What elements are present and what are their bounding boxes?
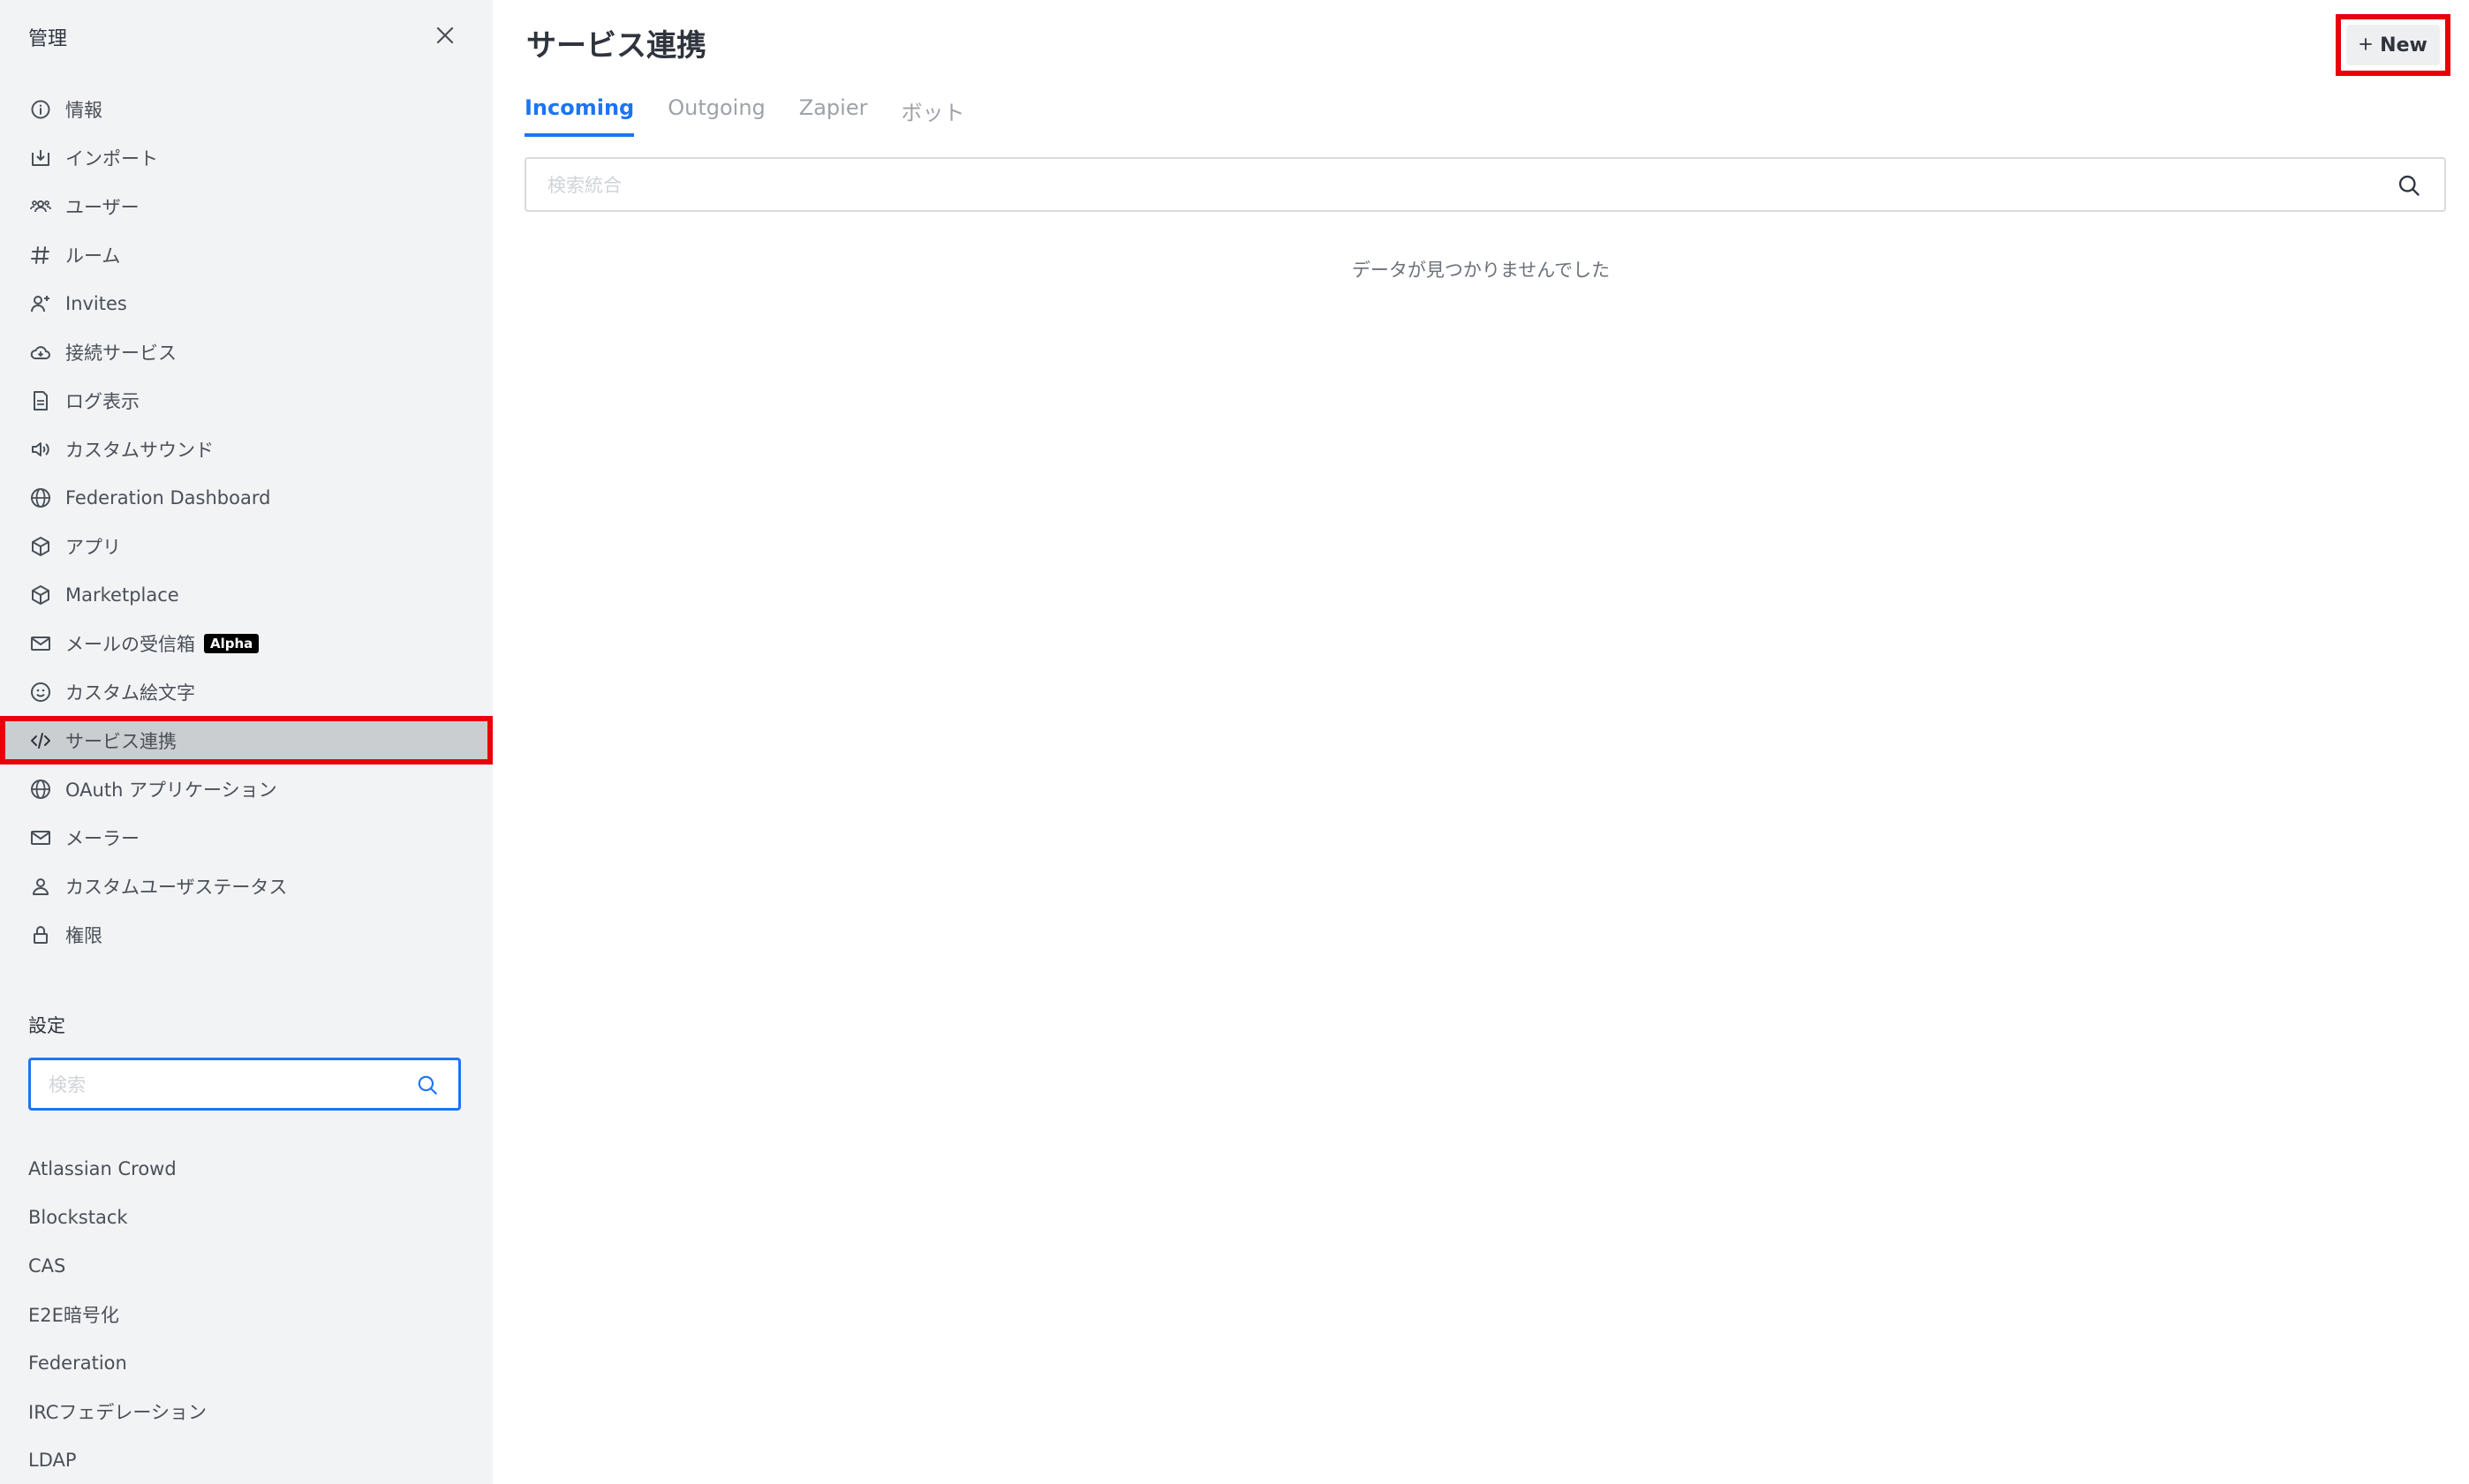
mail-icon [29,632,52,655]
tab-incoming[interactable]: Incoming [525,95,635,137]
sidebar-item-apps[interactable]: アプリ [0,522,493,570]
sidebar-item-integrations[interactable]: サービス連携 [0,716,493,765]
settings-item[interactable]: CAS [28,1241,207,1290]
settings-search-box [28,1058,461,1111]
sidebar-item-label: メーラー [65,827,140,849]
sidebar-item-invites[interactable]: Invites [0,279,493,328]
sidebar-item-label: サービス連携 [65,730,177,752]
sidebar-item-custom-sounds[interactable]: カスタムサウンド [0,425,493,473]
alpha-badge: Alpha [204,633,260,653]
sidebar-item-mailer[interactable]: メーラー [0,813,493,862]
sidebar-item-label: アプリ [65,536,121,558]
sidebar-item-label: インポート [65,147,158,169]
settings-search-input[interactable] [49,1071,402,1099]
new-button-highlight: New [2336,14,2450,76]
new-button[interactable]: New [2346,25,2440,65]
document-icon [29,389,52,412]
emoji-icon [29,681,52,704]
sidebar-item-label: メールの受信箱 [65,633,195,655]
user-icon [29,875,52,898]
sidebar-item-label: ログ表示 [65,390,140,412]
info-icon [29,98,52,121]
tab-zapier[interactable]: Zapier [799,95,868,137]
sidebar-item-import[interactable]: インポート [0,133,493,182]
sidebar-item-label: カスタムサウンド [65,439,214,461]
sidebar-item-custom-user-status[interactable]: カスタムユーザステータス [0,862,493,910]
integration-search-input[interactable] [547,171,2358,200]
settings-item[interactable]: IRCフェデレーション [28,1387,207,1435]
cube-icon [29,535,52,558]
admin-nav: 情報 インポート ユーザー ルーム Invites 接続サービス ログ表示 カス… [0,85,493,959]
users-icon [29,195,52,218]
settings-list: Atlassian Crowd Blockstack CAS E2E暗号化 Fe… [28,1144,207,1484]
tab-bots[interactable]: ボット [901,95,964,137]
sidebar-item-label: 情報 [65,99,102,121]
sidebar-item-email-inboxes[interactable]: メールの受信箱 Alpha [0,619,493,667]
sidebar-item-info[interactable]: 情報 [0,85,493,133]
sidebar-item-custom-emoji[interactable]: カスタム絵文字 [0,667,493,716]
main-content: サービス連携 New Incoming Outgoing Zapier ボット … [493,0,2469,1484]
page-title: サービス連携 [526,28,706,64]
plus-icon [2359,34,2373,56]
new-button-label: New [2380,34,2427,56]
mail-icon [29,826,52,849]
import-icon [29,147,52,169]
sidebar-title: 管理 [28,28,68,50]
sidebar-item-label: ユーザー [65,196,140,218]
sidebar-item-connected-services[interactable]: 接続サービス [0,328,493,376]
sidebar-item-federation-dashboard[interactable]: Federation Dashboard [0,473,493,522]
sidebar-item-rooms[interactable]: ルーム [0,230,493,279]
volume-icon [29,438,52,461]
search-icon[interactable] [416,1073,439,1100]
settings-heading: 設定 [28,1015,65,1036]
sidebar-header: 管理 [28,19,461,55]
integration-tabs: Incoming Outgoing Zapier ボット [525,95,964,137]
settings-item[interactable]: Atlassian Crowd [28,1144,207,1193]
integration-search-box [525,157,2446,212]
admin-sidebar: 管理 情報 インポート ユーザー ルーム Invites 接続サービス ログ表示… [0,0,493,1484]
code-icon [29,729,52,752]
settings-item[interactable]: Blockstack [28,1193,207,1241]
cube-icon [29,584,52,606]
sidebar-item-label: OAuth アプリケーション [65,779,277,801]
sidebar-item-label: Invites [65,292,127,314]
sidebar-item-label: 権限 [65,924,102,946]
sidebar-item-oauth-apps[interactable]: OAuth アプリケーション [0,765,493,813]
settings-item[interactable]: E2E暗号化 [28,1290,207,1338]
close-icon[interactable] [429,19,461,51]
sidebar-item-label: ルーム [65,245,121,267]
settings-item[interactable]: LDAP [28,1435,207,1484]
sidebar-item-label: Federation Dashboard [65,486,271,508]
lock-icon [29,923,52,946]
sidebar-item-view-logs[interactable]: ログ表示 [0,376,493,425]
globe-icon [29,486,52,509]
user-plus-icon [29,292,52,315]
globe-icon [29,778,52,801]
empty-state-message: データが見つかりませんでした [1351,260,1611,281]
sidebar-item-users[interactable]: ユーザー [0,182,493,230]
sidebar-item-marketplace[interactable]: Marketplace [0,570,493,619]
search-icon[interactable] [2397,173,2421,201]
tab-outgoing[interactable]: Outgoing [668,95,766,137]
hashtag-icon [29,244,52,267]
sidebar-item-label: Marketplace [65,584,179,606]
sidebar-item-label: カスタム絵文字 [65,682,195,704]
sidebar-item-label: カスタムユーザステータス [65,876,288,898]
sidebar-item-label: 接続サービス [65,342,177,364]
settings-item[interactable]: Federation [28,1338,207,1387]
sidebar-item-permissions[interactable]: 権限 [0,910,493,959]
cloud-icon [29,341,52,364]
